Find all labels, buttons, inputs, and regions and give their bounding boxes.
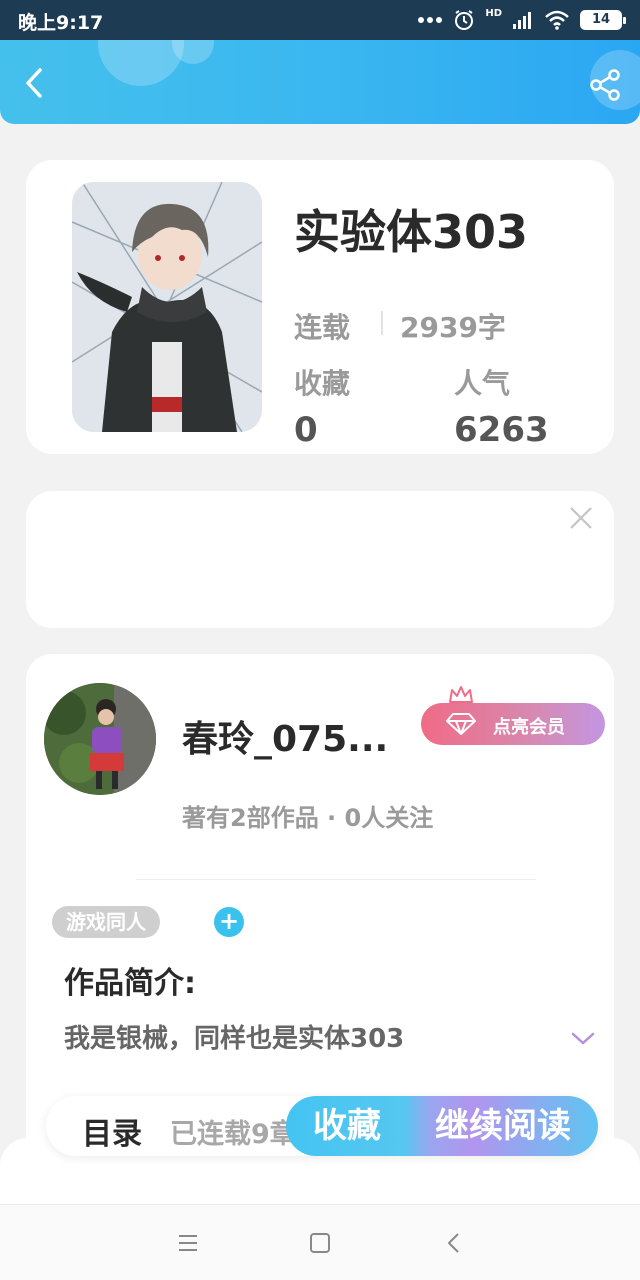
add-tag-button[interactable]: +: [214, 907, 244, 937]
system-nav-bar: [0, 1204, 640, 1280]
bottom-action-bar: 目录 已连载9章 收藏 继续阅读: [46, 1096, 598, 1156]
toc-button[interactable]: 目录: [82, 1109, 142, 1153]
status-divider: [381, 311, 383, 335]
close-icon[interactable]: [568, 505, 594, 531]
continue-reading-button[interactable]: 继续阅读: [408, 1096, 598, 1156]
vip-button-label: 点亮会员: [493, 717, 565, 738]
intro-text: 我是银械，同样也是实体303: [64, 1024, 405, 1054]
avatar-photo: [44, 683, 156, 795]
decor-bubble: [98, 40, 184, 86]
status-time: 晚上9:17: [18, 12, 104, 34]
favorites-value: 0: [294, 410, 318, 450]
status-bar: 晚上9:17 HD 14: [0, 0, 640, 40]
share-icon[interactable]: [588, 68, 622, 102]
divider: [136, 879, 536, 880]
top-header: [0, 40, 640, 124]
popularity-value: 6263: [454, 410, 549, 450]
book-cover[interactable]: [72, 182, 262, 432]
wifi-icon: [545, 10, 569, 30]
alarm-icon: [455, 10, 474, 30]
book-info-card: 实验体303 连载 2939字 收藏 0 人气 6263: [26, 160, 614, 454]
home-icon[interactable]: [308, 1231, 332, 1255]
collect-button[interactable]: 收藏: [286, 1096, 408, 1156]
vip-button[interactable]: 点亮会员: [421, 703, 605, 745]
favorites-label: 收藏: [294, 367, 351, 400]
intro-title: 作品简介:: [64, 966, 196, 1001]
word-count: 2939字: [400, 311, 506, 344]
signal-icon: [513, 12, 531, 29]
cover-illustration: [72, 182, 262, 432]
back-icon[interactable]: [18, 66, 52, 100]
author-name[interactable]: 春玲_075...: [182, 710, 388, 762]
genre-tag[interactable]: 游戏同人: [52, 906, 160, 938]
crown-icon: [449, 686, 473, 703]
toc-status[interactable]: 已连载9章: [170, 1112, 296, 1151]
diamond-icon: [446, 713, 476, 735]
ad-card: [26, 491, 614, 628]
more-dots-icon: [418, 17, 443, 23]
serial-status: 连载: [294, 311, 351, 344]
avatar[interactable]: [44, 683, 156, 795]
book-title: 实验体303: [294, 205, 529, 259]
nav-back-icon[interactable]: [442, 1231, 466, 1255]
signal-hd-label: HD: [485, 7, 502, 19]
menu-icon[interactable]: [176, 1231, 200, 1255]
author-meta: 著有2部作品 · 0人关注: [182, 804, 434, 832]
status-icons: HD 14: [417, 6, 626, 34]
action-button-group: 收藏 继续阅读: [286, 1096, 598, 1156]
popularity-label: 人气: [454, 367, 511, 400]
chevron-down-icon[interactable]: [570, 1030, 596, 1048]
battery-icon: 14: [580, 10, 626, 30]
